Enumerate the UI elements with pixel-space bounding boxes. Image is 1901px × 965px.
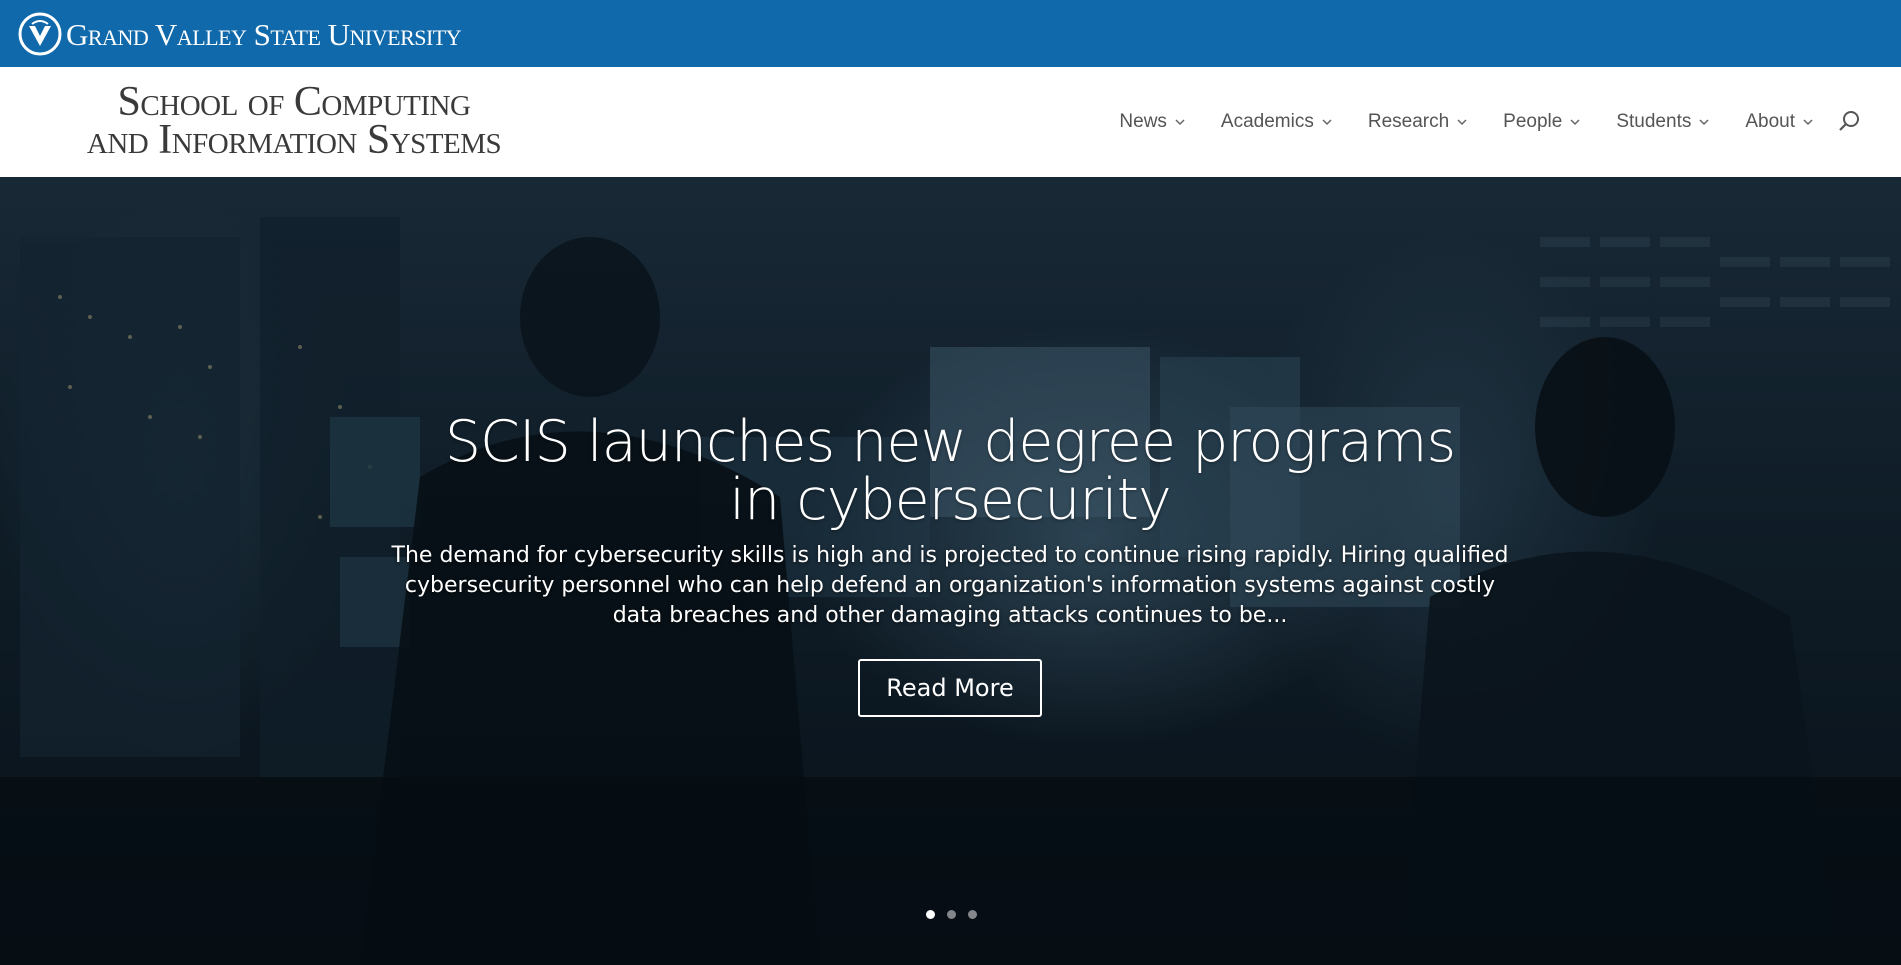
read-more-button[interactable]: Read More	[858, 659, 1042, 717]
nav-item-label: Students	[1616, 111, 1692, 132]
nav-item-label: About	[1745, 111, 1795, 132]
nav-item-research[interactable]: Research	[1368, 111, 1467, 133]
nav-item-about[interactable]: About	[1745, 111, 1813, 133]
site-header: School of Computing and Information Syst…	[0, 67, 1901, 177]
nav-item-label: Research	[1367, 111, 1450, 132]
chevron-down-icon	[1322, 119, 1332, 126]
site-title-line2: and Information Systems	[86, 117, 502, 163]
hero-excerpt: The demand for cybersecurity skills is h…	[391, 543, 1509, 628]
chevron-down-icon	[1457, 119, 1467, 126]
nav-item-label: News	[1119, 111, 1167, 132]
search-icon[interactable]	[1837, 109, 1861, 133]
hero-title[interactable]: SCIS launches new degree programs in cyb…	[350, 413, 1550, 529]
nav-item-news[interactable]: News	[1119, 111, 1185, 133]
university-topbar: Grand Valley State University	[0, 0, 1901, 67]
nav-item-students[interactable]: Students	[1616, 111, 1709, 133]
chevron-down-icon	[1699, 119, 1709, 126]
chevron-down-icon	[1570, 119, 1580, 126]
nav-item-label: People	[1503, 111, 1563, 132]
slide-dot-3[interactable]	[968, 910, 977, 919]
site-title[interactable]: School of Computing and Information Syst…	[44, 79, 544, 163]
main-nav: News Academics Research People Students …	[1083, 107, 1813, 137]
university-wordmark[interactable]: Grand Valley State University	[66, 18, 462, 52]
slide-dot-1[interactable]	[926, 910, 935, 919]
site-title-line1: School of Computing	[117, 79, 471, 125]
nav-item-academics[interactable]: Academics	[1221, 111, 1332, 133]
gvsu-logo-icon[interactable]	[18, 12, 62, 56]
hero-slider: SCIS launches new degree programs in cyb…	[0, 177, 1901, 965]
chevron-down-icon	[1803, 119, 1813, 126]
hero-content: SCIS launches new degree programs in cyb…	[350, 413, 1550, 717]
slider-pagination	[920, 910, 983, 919]
nav-item-label: Academics	[1220, 111, 1314, 132]
chevron-down-icon	[1175, 119, 1185, 126]
nav-item-people[interactable]: People	[1503, 111, 1580, 133]
slide-dot-2[interactable]	[947, 910, 956, 919]
